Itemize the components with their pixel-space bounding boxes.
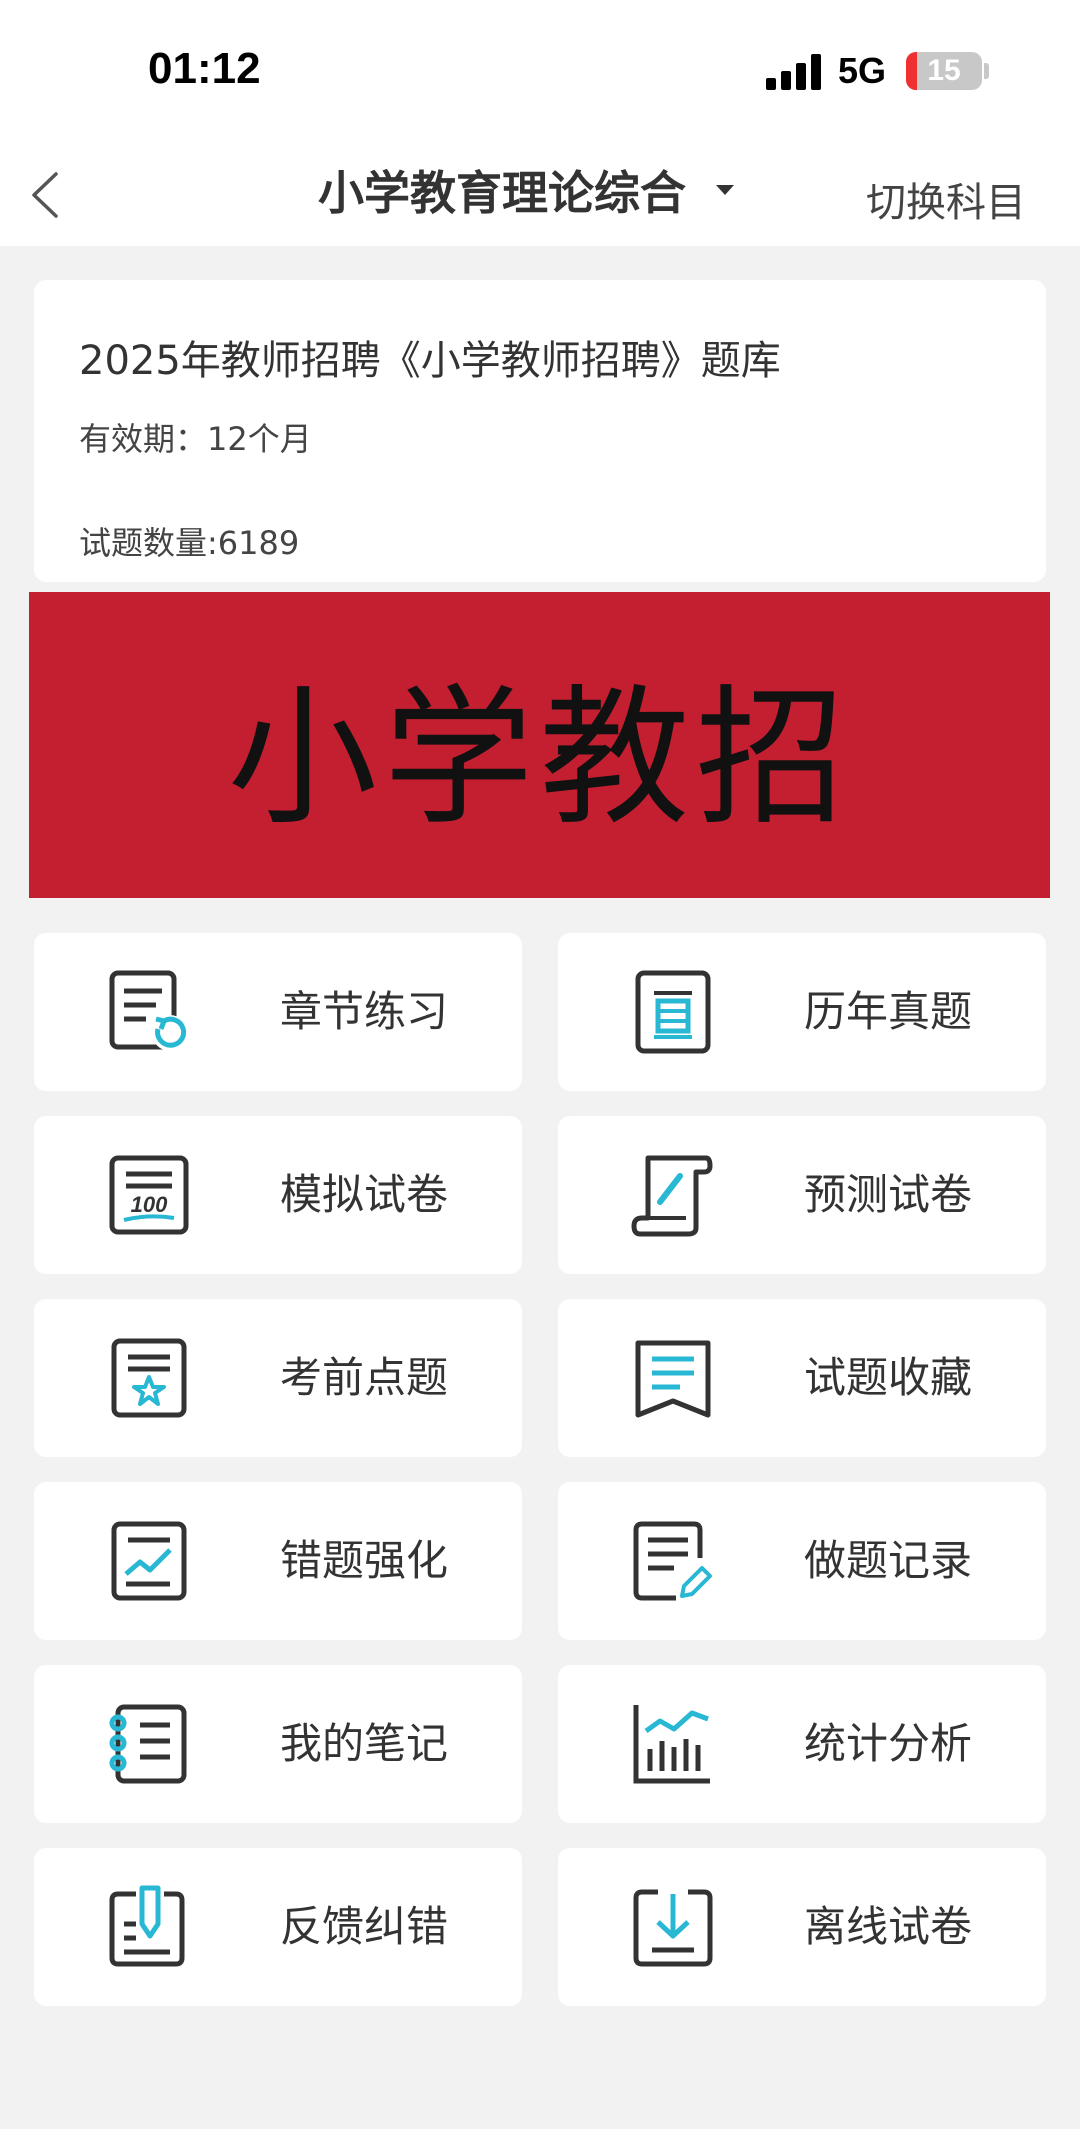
menu-prediction-exam[interactable]: 预测试卷 (558, 1116, 1046, 1274)
menu-label: 历年真题 (804, 987, 973, 1036)
chapter-practice-icon (109, 970, 188, 1051)
wrong-questions-icon (111, 1521, 187, 1601)
signal-icon (766, 54, 822, 90)
question-bank-title: 2025年教师招聘《小学教师招聘》题库 (79, 338, 781, 384)
mock-exam-icon: 100 (109, 1155, 189, 1235)
feedback-icon (109, 1885, 185, 1967)
menu-past-papers[interactable]: 历年真题 (558, 933, 1046, 1091)
subject-selector[interactable]: 小学教育理论综合 (318, 160, 734, 220)
banner: 小学教招 (29, 592, 1050, 898)
menu-label: 试题收藏 (804, 1353, 973, 1402)
battery-percent: 15 (927, 54, 961, 87)
battery-icon: 15 (906, 52, 982, 90)
menu-key-points[interactable]: 考前点题 (34, 1299, 522, 1457)
menu-label: 做题记录 (804, 1536, 973, 1585)
navigation-bar: 小学教育理论综合 切换科目 (0, 140, 1080, 246)
status-time: 01:12 (148, 44, 261, 93)
menu-wrong-questions[interactable]: 错题强化 (34, 1482, 522, 1640)
menu-offline-exam[interactable]: 离线试卷 (558, 1848, 1046, 2006)
favorites-icon (635, 1340, 711, 1418)
menu-chapter-practice[interactable]: 章节练习 (34, 933, 522, 1091)
notes-icon (109, 1704, 187, 1784)
status-bar: 01:12 5G 15 (0, 0, 1080, 140)
statistics-icon (633, 1705, 710, 1784)
prediction-exam-icon (631, 1155, 713, 1237)
menu-label: 我的笔记 (280, 1719, 449, 1768)
menu-feedback[interactable]: 反馈纠错 (34, 1848, 522, 2006)
question-bank-card: 2025年教师招聘《小学教师招聘》题库 有效期：12个月 试题数量:6189 (34, 280, 1046, 582)
menu-label: 错题强化 (280, 1536, 449, 1585)
menu-label: 反馈纠错 (280, 1902, 449, 1951)
menu-label: 预测试卷 (804, 1170, 973, 1219)
validity-text: 有效期：12个月 (79, 420, 312, 458)
practice-record-icon (633, 1521, 712, 1601)
menu-statistics[interactable]: 统计分析 (558, 1665, 1046, 1823)
caret-down-icon (716, 185, 734, 195)
switch-subject-button[interactable]: 切换科目 (866, 170, 1026, 228)
svg-text:100: 100 (131, 1192, 168, 1217)
menu-favorites[interactable]: 试题收藏 (558, 1299, 1046, 1457)
menu-label: 离线试卷 (804, 1902, 973, 1951)
past-papers-icon (635, 970, 711, 1054)
menu-label: 统计分析 (804, 1719, 973, 1768)
menu-label: 考前点题 (280, 1353, 449, 1402)
banner-text: 小学教招 (227, 671, 852, 846)
menu-mock-exam[interactable]: 100 模拟试卷 (34, 1116, 522, 1274)
menu-notes[interactable]: 我的笔记 (34, 1665, 522, 1823)
offline-download-icon (633, 1889, 713, 1967)
chevron-left-icon (32, 172, 58, 218)
menu-practice-record[interactable]: 做题记录 (558, 1482, 1046, 1640)
question-count-text: 试题数量:6189 (79, 524, 300, 562)
back-button[interactable] (26, 170, 66, 220)
key-points-icon (111, 1338, 187, 1418)
menu-label: 章节练习 (280, 987, 449, 1036)
menu-label: 模拟试卷 (280, 1170, 449, 1219)
page-title: 小学教育理论综合 (318, 166, 686, 220)
network-type: 5G (838, 50, 887, 91)
